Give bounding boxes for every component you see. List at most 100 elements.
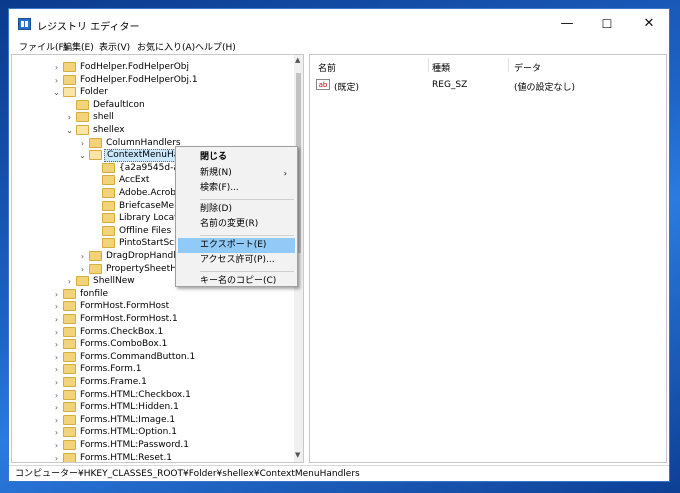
tree-item[interactable]: › Forms.HTML:Image.1 (12, 414, 292, 427)
tree-item[interactable]: ⌄ Folder (12, 86, 292, 99)
folder-icon (102, 238, 115, 249)
tree-item[interactable]: › Forms.HTML:Reset.1 (12, 452, 292, 462)
folder-icon (63, 62, 76, 72)
folder-icon (102, 162, 115, 173)
expand-chevron-icon[interactable]: › (52, 75, 61, 86)
folder-icon (63, 301, 76, 312)
column-header-name[interactable]: 名前 (318, 61, 336, 74)
string-value-icon: ab (316, 79, 330, 90)
tree-item[interactable]: › Forms.HTML:Checkbox.1 (12, 389, 292, 402)
expand-chevron-icon[interactable]: › (52, 314, 61, 325)
folder-icon (63, 326, 76, 337)
scroll-down-icon[interactable]: ▼ (295, 451, 300, 459)
context-menu-item[interactable]: 検索(F)... (178, 181, 295, 196)
collapse-chevron-icon[interactable]: ⌄ (52, 87, 61, 98)
value-row[interactable]: ab (既定) REG_SZ (値の設定なし) (310, 79, 666, 93)
tree-item[interactable]: › Forms.Frame.1 (12, 376, 292, 389)
tree-item[interactable]: › FodHelper.FodHelperObj (12, 61, 292, 74)
expand-chevron-icon[interactable]: › (52, 352, 61, 363)
folder-icon (63, 414, 76, 425)
context-menu-item-label: キー名のコピー(C) (200, 275, 277, 286)
expand-chevron-icon[interactable]: › (78, 264, 87, 275)
no-expander (91, 213, 100, 224)
expand-chevron-icon[interactable]: › (52, 327, 61, 338)
context-menu-item[interactable]: アクセス許可(P)... (178, 253, 295, 268)
expand-chevron-icon[interactable]: › (78, 138, 87, 149)
expand-chevron-icon[interactable]: › (52, 377, 61, 388)
folder-icon (102, 188, 115, 198)
expand-chevron-icon[interactable]: › (52, 62, 61, 73)
menu-favorites[interactable]: お気に入り(A) (137, 40, 195, 53)
folder-icon (63, 440, 76, 450)
context-menu-item[interactable]: 閉じる (178, 150, 295, 165)
tree-item[interactable]: › Forms.CommandButton.1 (12, 351, 292, 364)
tree-item-label: Forms.HTML:Hidden.1 (80, 402, 179, 413)
context-menu-item[interactable]: 名前の変更(R) (178, 217, 295, 232)
menu-bar: ファイル(F) 編集(E) 表示(V) お気に入り(A) ヘルプ(H) (9, 39, 669, 54)
expand-chevron-icon[interactable]: › (52, 289, 61, 300)
tree-item[interactable]: DefaultIcon (12, 99, 292, 112)
expand-chevron-icon[interactable]: › (78, 251, 87, 262)
expand-chevron-icon[interactable]: › (52, 415, 61, 426)
folder-icon (63, 339, 76, 350)
collapse-chevron-icon[interactable]: ⌄ (78, 150, 87, 161)
column-header-data[interactable]: データ (514, 61, 541, 74)
tree-item[interactable]: › FormHost.FormHost.1 (12, 313, 292, 326)
expand-chevron-icon[interactable]: › (52, 301, 61, 312)
tree-item[interactable]: ⌄ shellex (12, 124, 292, 137)
menu-file[interactable]: ファイル(F) (19, 40, 67, 53)
context-menu-item[interactable]: 削除(D) (178, 202, 295, 217)
tree-item[interactable]: › Forms.CheckBox.1 (12, 326, 292, 339)
value-name: (既定) (334, 83, 360, 93)
title-bar[interactable]: レジストリ エディター — ☐ ✕ (9, 9, 669, 39)
menu-edit[interactable]: 編集(E) (63, 40, 94, 53)
value-data: (値の設定なし) (514, 83, 576, 93)
tree-item[interactable]: › FodHelper.FodHelperObj.1 (12, 74, 292, 87)
tree-item-label: Folder (80, 87, 108, 98)
expand-chevron-icon[interactable]: › (52, 364, 61, 375)
expand-chevron-icon[interactable]: › (52, 390, 61, 401)
scroll-up-icon[interactable]: ▲ (295, 56, 300, 64)
tree-item[interactable]: › Forms.HTML:Option.1 (12, 426, 292, 439)
tree-item[interactable]: › shell (12, 111, 292, 124)
column-header-type[interactable]: 種類 (432, 61, 450, 74)
menu-view[interactable]: 表示(V) (99, 40, 130, 53)
context-menu-item[interactable]: エクスポート(E) (178, 237, 295, 253)
expand-chevron-icon[interactable]: › (52, 339, 61, 350)
tree-item-label: FormHost.FormHost.1 (80, 314, 178, 324)
tree-item[interactable]: › Forms.ComboBox.1 (12, 338, 292, 351)
column-divider[interactable] (508, 58, 509, 72)
tree-item[interactable]: › fonfile (12, 288, 292, 301)
submenu-arrow-icon: › (283, 168, 287, 178)
expand-chevron-icon[interactable]: › (52, 440, 61, 451)
no-expander (91, 175, 100, 186)
tree-item[interactable]: › Forms.HTML:Hidden.1 (12, 401, 292, 414)
folder-icon (102, 213, 115, 224)
expand-chevron-icon[interactable]: › (52, 453, 61, 462)
values-list-pane[interactable]: 名前 種類 データ ab (既定) REG_SZ (値の設定なし) (309, 54, 667, 463)
folder-icon (63, 74, 76, 85)
registry-editor-icon (18, 18, 31, 30)
tree-item-label: Forms.CommandButton.1 (80, 351, 196, 362)
expand-chevron-icon[interactable]: › (65, 276, 74, 287)
expand-chevron-icon[interactable]: › (52, 402, 61, 413)
folder-icon (63, 351, 76, 362)
minimize-button[interactable]: — (547, 9, 587, 39)
context-menu-item-label: エクスポート(E) (200, 239, 267, 250)
column-divider[interactable] (428, 58, 429, 72)
maximize-button[interactable]: ☐ (587, 9, 627, 39)
expand-chevron-icon[interactable]: › (65, 112, 74, 123)
menu-help[interactable]: ヘルプ(H) (195, 40, 236, 53)
tree-item[interactable]: › FormHost.FormHost (12, 300, 292, 313)
folder-icon (63, 288, 76, 299)
tree-item[interactable]: › Forms.Form.1 (12, 363, 292, 376)
tree-item[interactable]: › Forms.HTML:Password.1 (12, 439, 292, 452)
close-button[interactable]: ✕ (629, 9, 669, 39)
tree-item-label: AccExt (119, 175, 150, 186)
context-menu-item[interactable]: 新規(N) › (178, 166, 295, 181)
expand-chevron-icon[interactable]: › (52, 427, 61, 438)
context-menu-item[interactable]: キー名のコピー(C) (178, 274, 295, 289)
no-expander (91, 163, 100, 174)
collapse-chevron-icon[interactable]: ⌄ (65, 125, 74, 136)
folder-icon (102, 225, 115, 236)
